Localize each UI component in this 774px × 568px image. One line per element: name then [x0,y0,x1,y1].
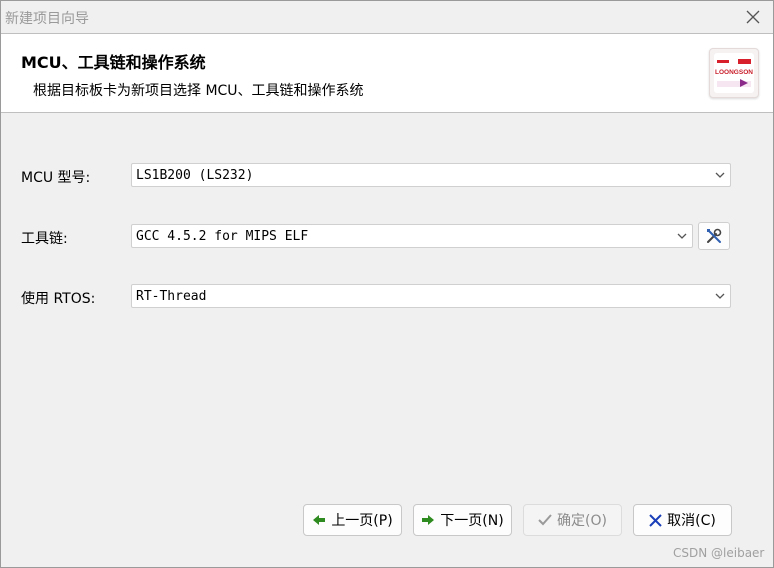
next-page-button[interactable]: 下一页(N) [413,504,512,536]
wizard-window: 新建项目向导 MCU、工具链和操作系统 根据目标板卡为新项目选择 MCU、工具链… [0,0,774,568]
toolchain-select-value: GCC 4.5.2 for MIPS ELF [136,229,309,244]
chevron-down-icon [715,293,725,299]
checkmark-icon [538,514,552,526]
arrow-right-icon [422,515,435,525]
wizard-header: MCU、工具链和操作系统 根据目标板卡为新项目选择 MCU、工具链和操作系统 L… [1,33,773,113]
toolchain-settings-button[interactable] [698,222,730,250]
close-icon [746,10,760,24]
page-subtitle: 根据目标板卡为新项目选择 MCU、工具链和操作系统 [33,83,364,99]
window-title: 新建项目向导 [5,11,89,27]
chevron-down-icon [715,172,725,178]
logo-card: LOONGSON [714,53,754,93]
cancel-label: 取消(C) [667,513,716,529]
rtos-select[interactable]: RT-Thread [131,284,731,308]
mcu-select[interactable]: LS1B200 (LS232) [131,163,731,187]
cancel-x-icon [649,513,662,527]
logo-text: LOONGSON [715,69,753,76]
close-button[interactable] [741,5,765,29]
prev-page-button[interactable]: 上一页(P) [303,504,402,536]
tools-icon [707,228,722,243]
next-page-label: 下一页(N) [440,513,504,529]
chevron-down-icon [677,233,687,239]
cancel-button[interactable]: 取消(C) [633,504,732,536]
prev-page-label: 上一页(P) [331,513,393,529]
rtos-select-value: RT-Thread [136,289,207,304]
mcu-select-value: LS1B200 (LS232) [136,168,254,183]
toolchain-select[interactable]: GCC 4.5.2 for MIPS ELF [131,224,693,248]
loongson-logo: LOONGSON [709,48,759,98]
arrow-left-icon [313,515,326,525]
title-bar: 新建项目向导 [1,1,773,33]
watermark: CSDN @leibaer [673,546,765,560]
mcu-label: MCU 型号: [21,170,91,186]
logo-graphic: LOONGSON [715,59,753,87]
page-title: MCU、工具链和操作系统 [21,53,206,72]
toolchain-label: 工具链: [21,231,68,247]
rtos-label: 使用 RTOS: [21,291,96,307]
ok-label: 确定(O) [557,513,607,529]
ok-button[interactable]: 确定(O) [523,504,622,536]
